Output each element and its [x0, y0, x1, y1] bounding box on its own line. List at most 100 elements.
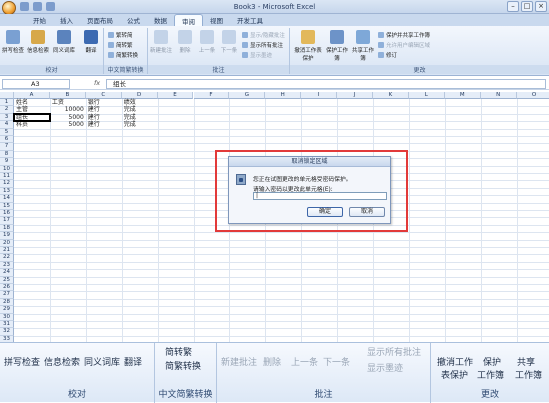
- row-header-3[interactable]: 3: [0, 113, 14, 122]
- row-header-12[interactable]: 12: [0, 180, 14, 188]
- row-header-7[interactable]: 7: [0, 143, 14, 151]
- column-header-m[interactable]: M: [444, 92, 481, 99]
- column-header-k[interactable]: K: [373, 92, 409, 99]
- zoomed-research-button[interactable]: 信息检索: [44, 355, 80, 368]
- protect-workbook-button[interactable]: 保护工作簿: [324, 30, 350, 62]
- tab-developer[interactable]: 开发工具: [230, 14, 270, 26]
- cell-c4[interactable]: 建行: [88, 121, 120, 128]
- simp-to-trad-button[interactable]: 简转繁: [108, 41, 133, 49]
- row-header-5[interactable]: 5: [0, 128, 14, 136]
- cell-b2[interactable]: 10000: [52, 106, 84, 113]
- row-header-29[interactable]: 29: [0, 306, 14, 314]
- row-header-13[interactable]: 13: [0, 187, 14, 196]
- row-header-15[interactable]: 15: [0, 202, 14, 210]
- delete-comment-button[interactable]: 删除: [174, 30, 196, 54]
- cell-d4[interactable]: 完成: [124, 121, 156, 128]
- column-header-d[interactable]: D: [121, 92, 158, 99]
- row-header-4[interactable]: 4: [0, 121, 14, 129]
- row-header-14[interactable]: 14: [0, 195, 14, 203]
- tab-formulas[interactable]: 公式: [120, 14, 147, 26]
- zoomed-spell-check-button[interactable]: 拼写检查: [4, 355, 40, 368]
- row-header-10[interactable]: 10: [0, 165, 14, 173]
- row-header-2[interactable]: 2: [0, 106, 14, 114]
- zoomed-new-comment-button[interactable]: 新建批注: [221, 355, 257, 368]
- cell-a1[interactable]: 姓名: [16, 99, 48, 106]
- row-header-28[interactable]: 28: [0, 298, 14, 307]
- next-comment-button[interactable]: 下一条: [218, 30, 240, 54]
- column-header-c[interactable]: C: [85, 92, 122, 99]
- column-header-g[interactable]: G: [229, 92, 266, 99]
- column-header-h[interactable]: H: [265, 92, 302, 99]
- password-input[interactable]: |: [253, 192, 387, 200]
- zoomed-thesaurus-button[interactable]: 同义词库: [84, 355, 120, 368]
- tab-view[interactable]: 视图: [203, 14, 230, 26]
- ok-button[interactable]: 确定: [307, 207, 343, 217]
- row-header-32[interactable]: 32: [0, 328, 14, 336]
- show-ink-button[interactable]: 显示墨迹: [242, 51, 272, 59]
- row-header-1[interactable]: 1: [0, 99, 14, 107]
- row-header-22[interactable]: 22: [0, 254, 14, 262]
- zoomed-translate-button[interactable]: 翻译: [124, 355, 142, 368]
- new-comment-button[interactable]: 新建批注: [150, 30, 172, 54]
- column-header-f[interactable]: F: [193, 92, 230, 99]
- cell-c2[interactable]: 建行: [88, 106, 120, 113]
- allow-edit-ranges-button[interactable]: 允许用户编辑区域: [378, 41, 430, 49]
- row-header-17[interactable]: 17: [0, 217, 14, 225]
- previous-comment-button[interactable]: 上一条: [196, 30, 218, 54]
- cell-d1[interactable]: 绩效: [124, 99, 156, 106]
- row-header-30[interactable]: 30: [0, 313, 14, 321]
- research-button[interactable]: 信息检索: [27, 30, 49, 54]
- show-all-comments-button[interactable]: 显示所有批注: [242, 41, 283, 49]
- zoomed-next-comment-button[interactable]: 下一条: [323, 355, 350, 368]
- row-header-16[interactable]: 16: [0, 210, 14, 218]
- column-header-l[interactable]: L: [408, 92, 445, 99]
- column-header-n[interactable]: N: [480, 92, 517, 99]
- select-all-corner[interactable]: [0, 92, 14, 99]
- formula-input[interactable]: 组长: [106, 79, 546, 89]
- row-header-23[interactable]: 23: [0, 261, 14, 270]
- tab-data[interactable]: 数据: [147, 14, 174, 26]
- zoomed-show-all-comments-button[interactable]: 显示所有批注: [367, 345, 421, 358]
- zoomed-delete-comment-button[interactable]: 删除: [263, 355, 281, 368]
- trad-to-simp-button[interactable]: 繁转简: [108, 31, 133, 39]
- row-header-9[interactable]: 9: [0, 158, 14, 166]
- protect-share-workbook-button[interactable]: 保护并共享工作簿: [378, 31, 430, 39]
- track-changes-button[interactable]: 修订: [378, 51, 397, 59]
- tab-home[interactable]: 开始: [26, 14, 53, 26]
- column-header-e[interactable]: E: [157, 92, 194, 99]
- row-header-25[interactable]: 25: [0, 276, 14, 284]
- tab-insert[interactable]: 插入: [53, 14, 80, 26]
- name-box[interactable]: A3: [2, 79, 70, 89]
- column-header-i[interactable]: I: [301, 92, 338, 99]
- show-hide-comment-button[interactable]: 显示/隐藏批注: [242, 31, 285, 39]
- unprotect-sheet-button[interactable]: 撤消工作表保护: [294, 30, 322, 62]
- tab-review[interactable]: 审阅: [174, 14, 203, 26]
- row-header-20[interactable]: 20: [0, 239, 14, 247]
- column-header-o[interactable]: O: [516, 92, 549, 99]
- cancel-button[interactable]: 取消: [349, 207, 385, 217]
- cell-a4[interactable]: 科员: [16, 121, 48, 128]
- close-button[interactable]: ×: [535, 1, 547, 12]
- row-header-31[interactable]: 31: [0, 321, 14, 329]
- cell-c3[interactable]: 建行: [88, 114, 120, 121]
- row-header-11[interactable]: 11: [0, 173, 14, 181]
- cell-c1[interactable]: 银行: [88, 99, 120, 106]
- translate-button[interactable]: 翻译: [80, 30, 102, 54]
- cell-b3[interactable]: 5000: [52, 114, 84, 121]
- zoomed-share-workbook-button[interactable]: 共享: [517, 355, 535, 368]
- row-header-27[interactable]: 27: [0, 291, 14, 299]
- fx-icon[interactable]: fx: [94, 79, 100, 87]
- row-header-21[interactable]: 21: [0, 247, 14, 255]
- row-header-24[interactable]: 24: [0, 269, 14, 277]
- column-header-b[interactable]: B: [49, 92, 86, 99]
- minimize-button[interactable]: –: [507, 1, 519, 12]
- chinese-conversion-button[interactable]: 简繁转换: [108, 51, 138, 59]
- column-header-a[interactable]: A: [14, 92, 50, 99]
- row-header-26[interactable]: 26: [0, 284, 14, 292]
- row-header-19[interactable]: 19: [0, 232, 14, 240]
- maximize-button[interactable]: □: [521, 1, 533, 12]
- row-header-6[interactable]: 6: [0, 136, 14, 144]
- cell-d3[interactable]: 完成: [124, 114, 156, 121]
- row-header-18[interactable]: 18: [0, 224, 14, 233]
- tab-page-layout[interactable]: 页面布局: [80, 14, 120, 26]
